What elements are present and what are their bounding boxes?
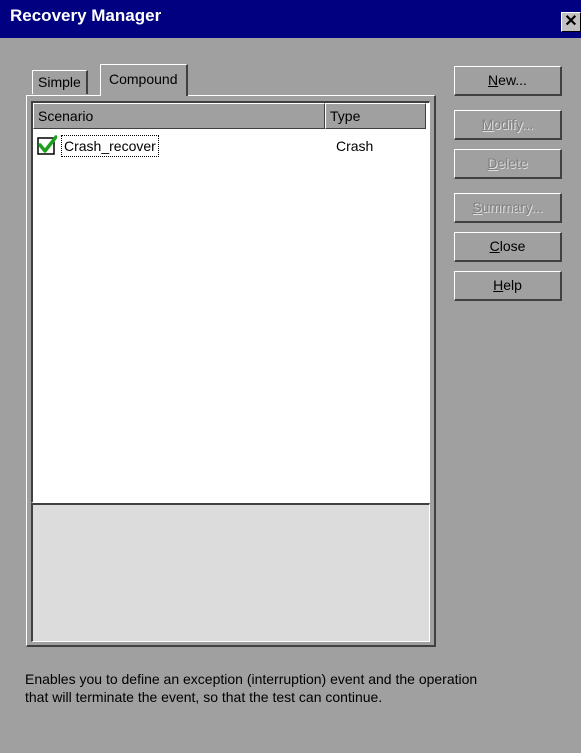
tab-compound[interactable]: Compound [100,64,188,96]
close-hotkey: C [489,238,500,254]
help-description-line-1: Enables you to define an exception (inte… [25,671,478,687]
scenario-name: Crash_recover [61,135,159,157]
green-check-icon[interactable] [37,135,57,155]
delete-button[interactable]: Delete [454,149,562,179]
summary-hotkey: S [472,199,482,215]
scenario-type: Crash [336,138,374,154]
new-label-rest: ew... [498,72,527,88]
scenario-description-pane [31,503,430,642]
help-description-line-2: that will terminate the event, so that t… [25,689,383,705]
delete-label-rest: elete [497,155,528,171]
summary-label-rest: ummary... [481,199,543,215]
modify-label-rest: odify... [493,116,534,132]
close-window-button[interactable]: ✕ [561,12,581,32]
window-title: Recovery Manager [10,6,162,25]
title-bar[interactable]: Recovery Manager ✕ [0,0,581,38]
modify-button[interactable]: Modify... [454,110,562,140]
close-button[interactable]: Close [454,232,562,262]
help-hotkey: H [493,277,504,293]
column-header-scenario[interactable]: Scenario [33,103,325,129]
close-label-rest: lose [499,238,526,254]
help-button[interactable]: Help [454,271,562,301]
tab-simple[interactable]: Simple [32,70,88,94]
delete-hotkey: D [487,155,498,171]
help-label-rest: elp [503,277,522,293]
list-item[interactable]: Crash_recover Crash [33,133,428,157]
new-hotkey: N [488,72,499,88]
scenario-list[interactable]: Scenario Type Crash_recover Crash [31,101,430,503]
help-description: Enables you to define an exception (inte… [25,670,580,706]
summary-button[interactable]: Summary... [454,193,562,223]
new-button[interactable]: New... [454,66,562,96]
modify-hotkey: M [481,116,494,132]
column-header-type[interactable]: Type [325,103,426,129]
